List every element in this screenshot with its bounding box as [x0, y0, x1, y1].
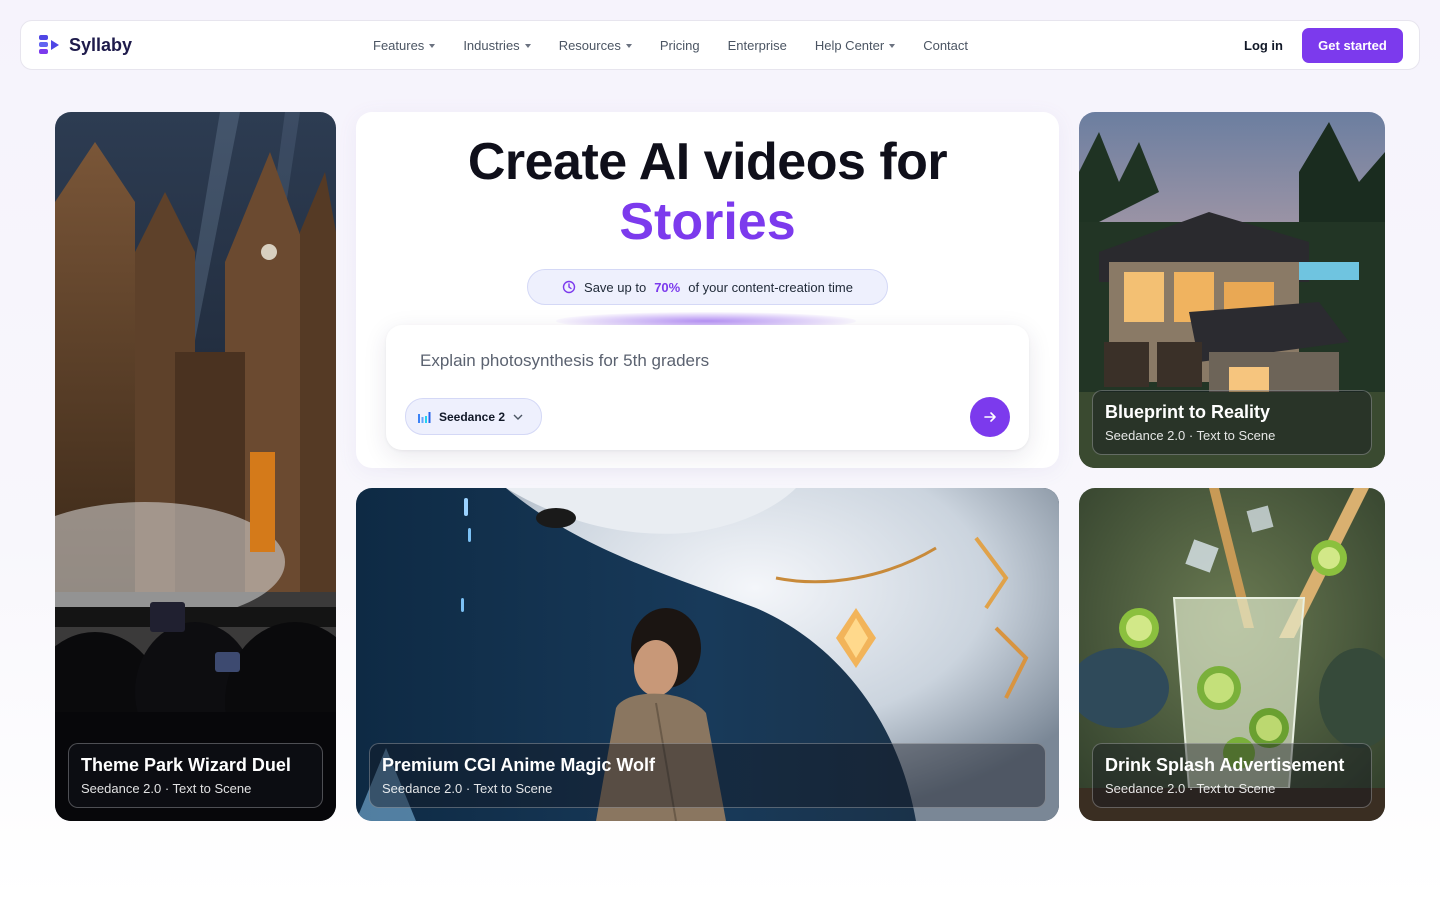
brand-name: Syllaby	[69, 34, 133, 55]
video-card-drink-splash[interactable]: Drink Splash Advertisement Seedance 2.0 …	[1079, 488, 1385, 821]
bar-chart-icon	[418, 411, 431, 423]
menu-resources[interactable]: Resources	[559, 38, 632, 53]
main-menu: Features Industries Resources Pricing En…	[373, 21, 968, 69]
menu-enterprise-label: Enterprise	[727, 37, 787, 53]
card-caption: Drink Splash Advertisement Seedance 2.0 …	[1092, 743, 1372, 808]
menu-features-label: Features	[373, 37, 425, 53]
card-subtitle: Seedance 2.0 · Text to Scene	[382, 781, 553, 796]
hero-title-highlight: Stories	[619, 193, 796, 251]
menu-industries-label: Industries	[463, 37, 520, 53]
menu-enterprise[interactable]: Enterprise	[728, 38, 787, 53]
menu-help-center-label: Help Center	[814, 37, 885, 53]
prompt-box[interactable]: Explain photosynthesis for 5th graders S…	[386, 325, 1029, 450]
menu-contact-label: Contact	[923, 37, 969, 53]
menu-contact[interactable]: Contact	[923, 38, 968, 53]
badge-prefix: Save up to	[584, 279, 647, 295]
prompt-input[interactable]: Explain photosynthesis for 5th graders	[420, 351, 709, 371]
send-button[interactable]	[970, 397, 1010, 437]
brand-logo[interactable]: Syllaby	[37, 32, 132, 58]
hero-panel: Create AI videos for Stories Save up to …	[356, 112, 1059, 468]
video-card-wizard-duel[interactable]: Theme Park Wizard Duel Seedance 2.0 · Te…	[55, 112, 336, 821]
get-started-button[interactable]: Get started	[1302, 28, 1403, 63]
chevron-down-icon	[889, 43, 896, 48]
badge-highlight: 70%	[654, 279, 681, 295]
badge-suffix: of your content-creation time	[688, 279, 853, 295]
top-navbar: Syllaby Features Industries Resources Pr…	[20, 20, 1420, 70]
video-card-anime-wolf[interactable]: Premium CGI Anime Magic Wolf Seedance 2.…	[356, 488, 1059, 821]
chevron-down-icon	[513, 414, 523, 420]
savings-badge: Save up to 70% of your content-creation …	[527, 269, 888, 305]
chevron-down-icon	[625, 43, 632, 48]
card-title: Theme Park Wizard Duel	[81, 755, 291, 775]
menu-pricing[interactable]: Pricing	[660, 38, 700, 53]
menu-industries[interactable]: Industries	[463, 37, 531, 53]
card-subtitle: Seedance 2.0 · Text to Scene	[1105, 781, 1276, 796]
clock-icon	[562, 280, 576, 294]
menu-pricing-label: Pricing	[659, 37, 700, 53]
chevron-down-icon	[524, 43, 531, 48]
model-selector[interactable]: Seedance 2	[405, 398, 542, 435]
card-title: Blueprint to Reality	[1105, 402, 1271, 422]
logo-icon	[39, 35, 59, 54]
card-caption: Premium CGI Anime Magic Wolf Seedance 2.…	[369, 743, 1046, 808]
castle-scene-image	[55, 112, 336, 821]
model-label: Seedance 2	[439, 409, 506, 424]
chevron-down-icon	[429, 43, 436, 48]
card-subtitle: Seedance 2.0 · Text to Scene	[81, 781, 252, 796]
login-link[interactable]: Log in	[1244, 21, 1283, 69]
card-title: Drink Splash Advertisement	[1105, 755, 1345, 775]
hero-title: Create AI videos for	[467, 133, 948, 191]
card-title: Premium CGI Anime Magic Wolf	[382, 755, 656, 775]
card-caption: Theme Park Wizard Duel Seedance 2.0 · Te…	[68, 743, 323, 808]
card-subtitle: Seedance 2.0 · Text to Scene	[1105, 428, 1276, 443]
video-card-blueprint[interactable]: Blueprint to Reality Seedance 2.0 · Text…	[1079, 112, 1385, 468]
menu-help-center[interactable]: Help Center	[814, 37, 896, 53]
arrow-right-icon	[984, 412, 996, 422]
menu-resources-label: Resources	[558, 37, 621, 53]
menu-features[interactable]: Features	[373, 37, 436, 53]
card-caption: Blueprint to Reality Seedance 2.0 · Text…	[1092, 390, 1372, 455]
